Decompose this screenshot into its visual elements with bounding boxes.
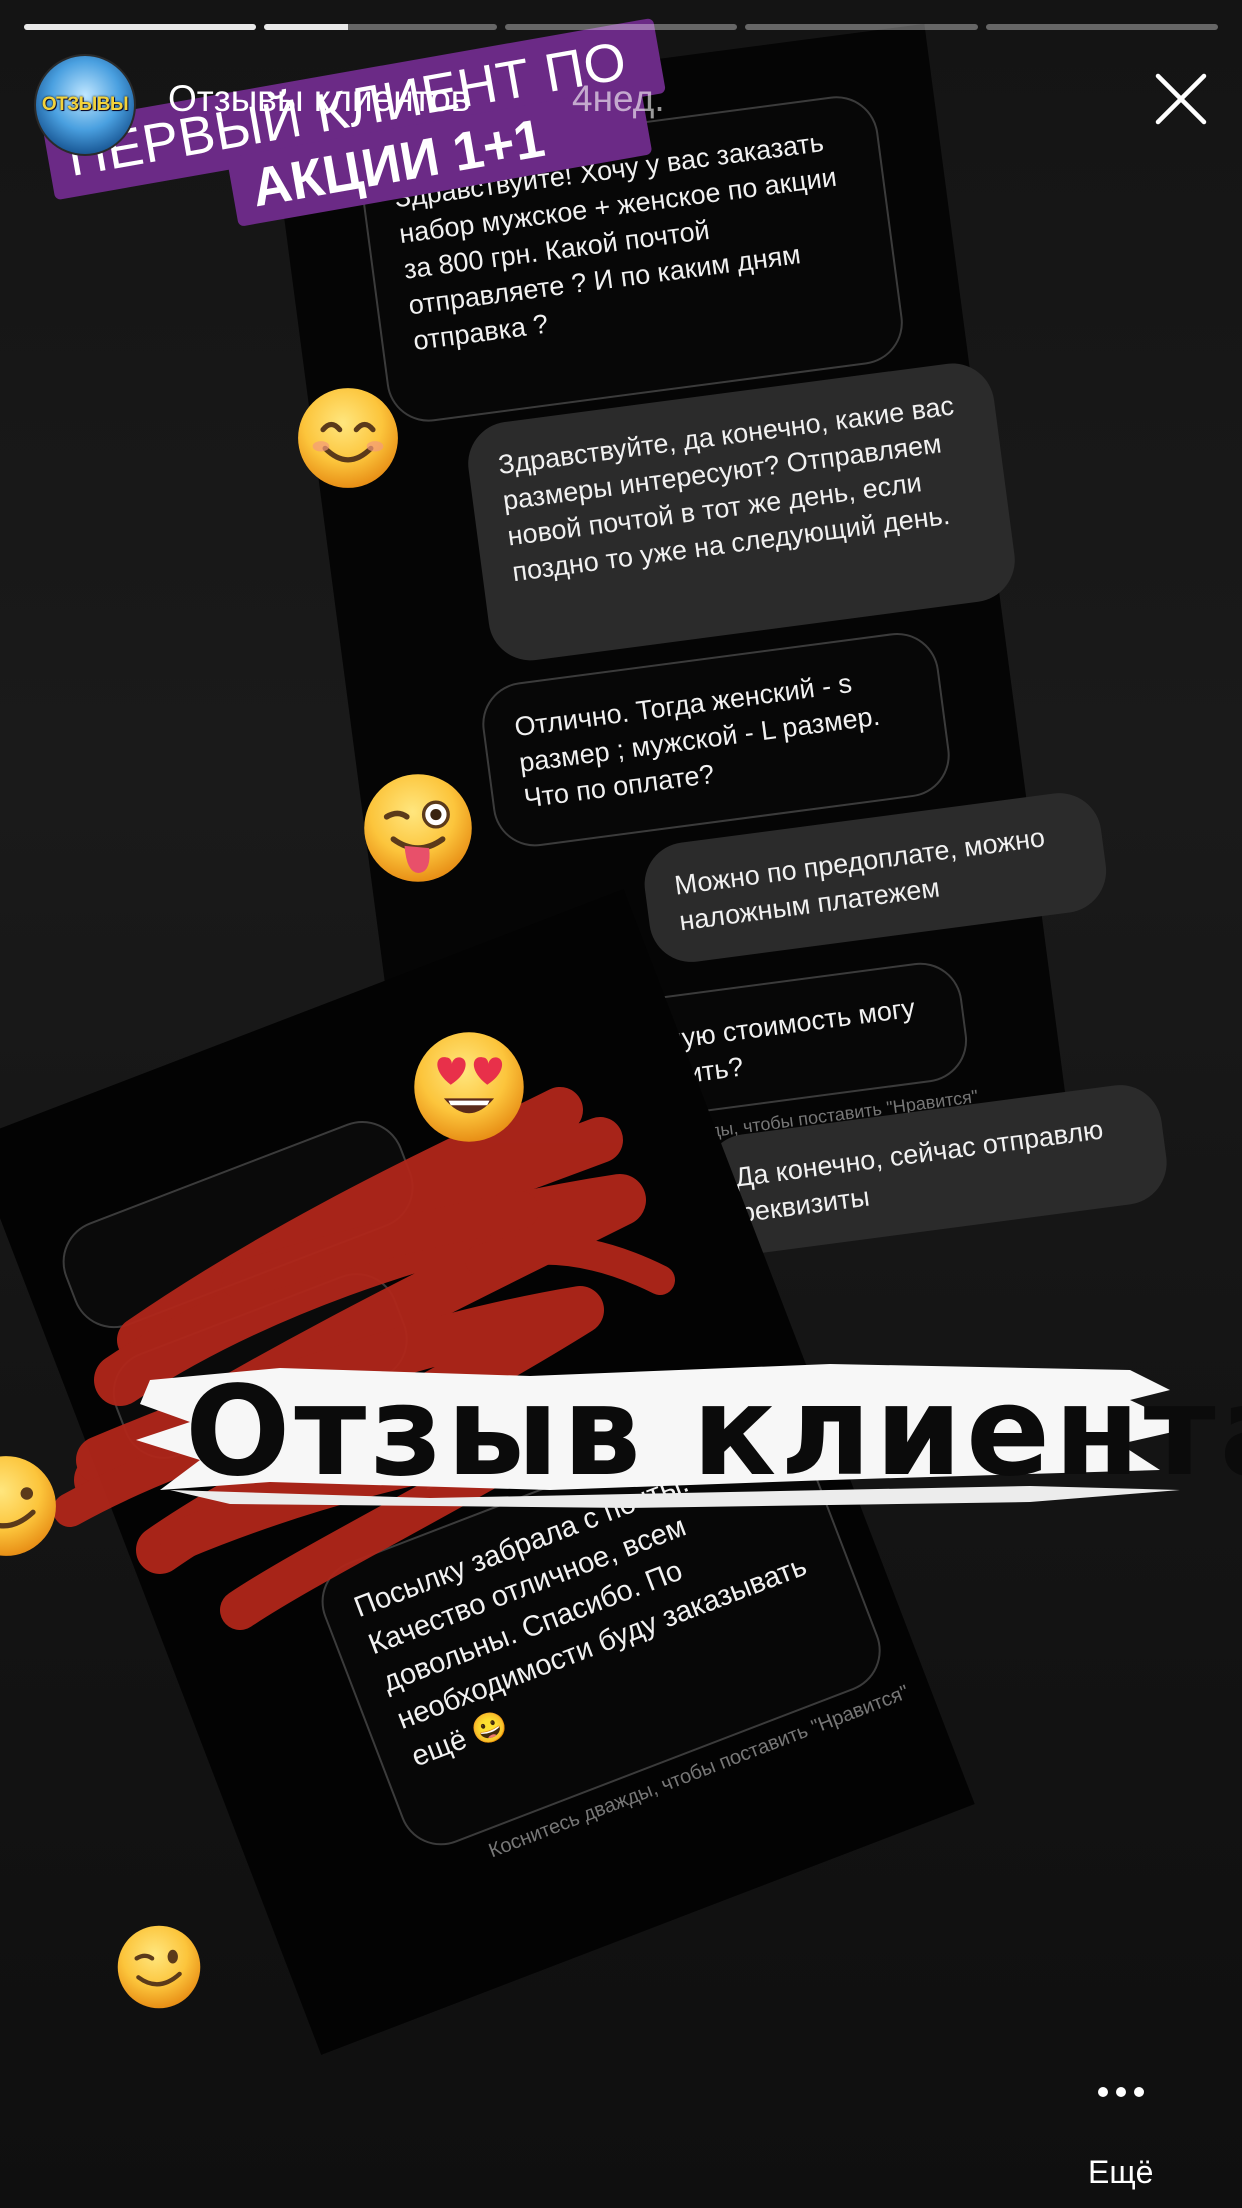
heart-eyes-emoji-icon <box>414 1032 524 1142</box>
smile-emoji-icon <box>298 388 398 488</box>
wink-emoji-icon <box>117 1925 201 2009</box>
review-banner-text: Отзыв клиента <box>185 1360 1242 1504</box>
progress-segment <box>985 24 1219 30</box>
story-viewer[interactable]: ОТЗЫВЫ Отзывы клиентов 4нед. ПЕРВЫЙ КЛИЕ… <box>0 0 1242 2208</box>
avatar[interactable]: ОТЗЫВЫ <box>34 54 136 156</box>
tongue-wink-emoji-icon <box>364 774 472 882</box>
post-time: 4нед. <box>572 78 665 119</box>
story-progress <box>24 24 1219 30</box>
progress-segment <box>504 24 738 30</box>
progress-segment <box>745 24 978 30</box>
close-icon[interactable] <box>1152 70 1210 128</box>
avatar-text: ОТЗЫВЫ <box>41 94 129 115</box>
more-dots-icon[interactable] <box>1098 2082 1148 2102</box>
account-name[interactable]: Отзывы клиентов <box>168 78 470 120</box>
more-button[interactable]: Ещё <box>1088 2154 1153 2191</box>
progress-segment <box>24 24 257 30</box>
progress-segment <box>264 24 497 30</box>
review-banner: Отзыв клиента <box>130 1340 1242 1510</box>
